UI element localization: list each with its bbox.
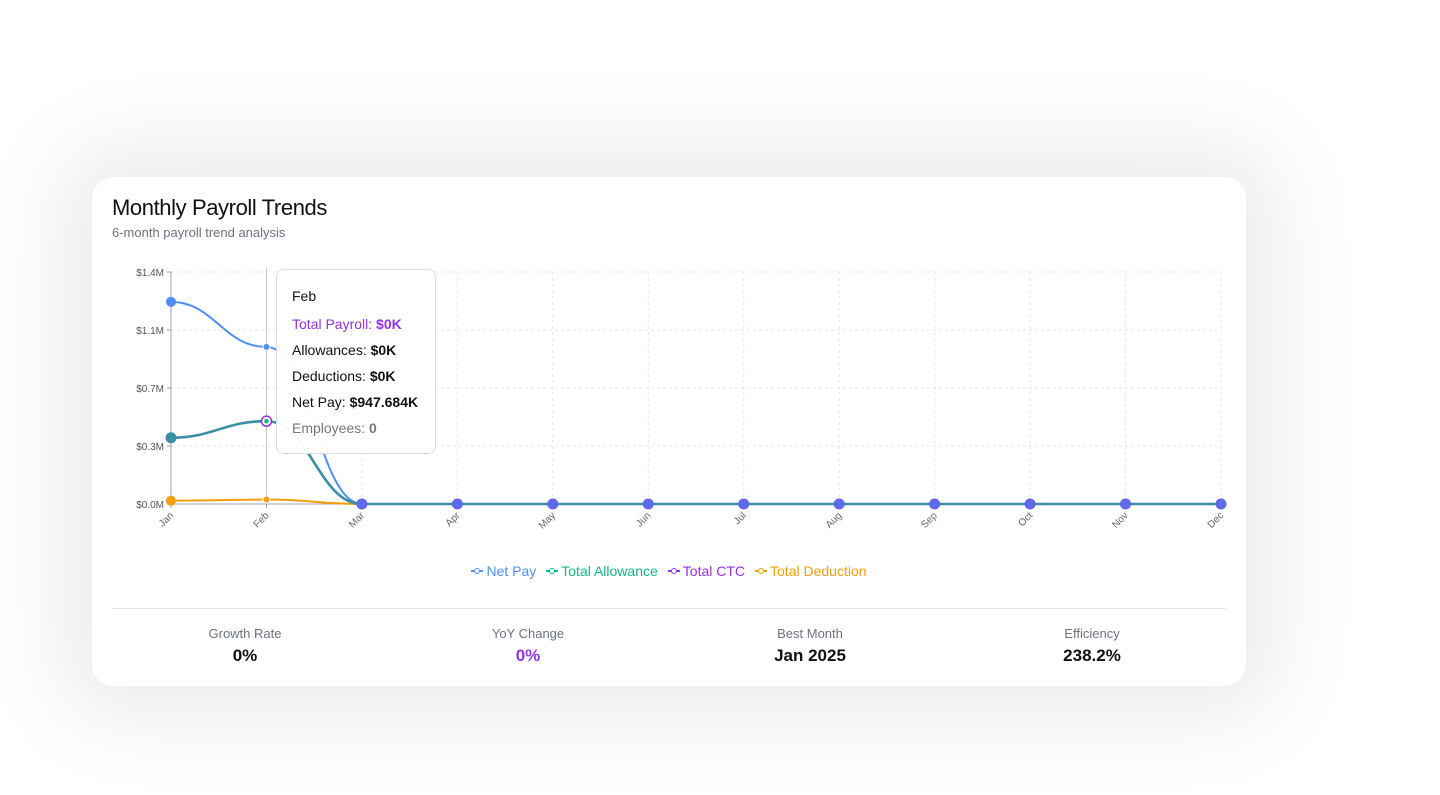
stat-label: Growth Rate (208, 626, 282, 641)
data-point-total-ctc (165, 432, 177, 444)
tooltip-row-allowances: Allowances: $0K (292, 341, 435, 367)
legend-label: Total CTC (682, 563, 746, 579)
legend-item-net-pay[interactable]: Net Pay (471, 563, 536, 579)
data-point-net-pay (356, 498, 368, 510)
legend-line-marker-icon (667, 566, 680, 576)
data-point-net-pay (1215, 498, 1227, 510)
chart-legend: Net Pay Total Allowance Total CTC Total … (92, 563, 1246, 579)
tooltip-value: $0K (370, 342, 397, 358)
tooltip-label: Deductions: (292, 368, 370, 384)
x-tick-label: Jul (732, 510, 749, 527)
stat-label: Efficiency (1064, 626, 1120, 641)
tooltip-label: Total Payroll: (292, 316, 377, 332)
legend-item-total-ctc[interactable]: Total CTC (667, 563, 746, 579)
tooltip-label: Net Pay: (292, 394, 350, 410)
data-point-total-ctc-inner (264, 418, 269, 424)
data-point-net-pay (642, 498, 654, 510)
tooltip-label: Employees: (292, 420, 370, 436)
x-tick-label: Oct (1016, 510, 1035, 529)
x-tick-label: Jan (157, 510, 176, 529)
x-tick-label: Mar (347, 510, 367, 530)
tooltip-title: Feb (292, 288, 317, 304)
data-point-total-deduction (262, 495, 271, 504)
stat-label: Best Month (777, 626, 843, 641)
tooltip-row-net-pay: Net Pay: $947.684K (292, 393, 435, 419)
y-tick-label: $0.0M (136, 500, 164, 511)
stats-divider (112, 608, 1226, 609)
legend-label: Total Allowance (561, 563, 658, 579)
legend-line-marker-icon (755, 566, 768, 576)
data-point-net-pay (262, 342, 271, 351)
payroll-line-chart[interactable]: $0.0M $0.3M $0.7M $1.1M $1.4M Jan Feb Mar Apr May… (92, 177, 1246, 547)
payroll-trends-card: Monthly Payroll Trends 6-month payroll t… (92, 177, 1246, 686)
legend-line-marker-icon (471, 566, 484, 576)
tooltip-label: Allowances: (292, 342, 371, 358)
x-tick-label: Sep (919, 510, 940, 531)
legend-label: Net Pay (486, 563, 537, 579)
tooltip-value: $0K (376, 316, 402, 332)
data-point-net-pay (929, 498, 941, 510)
stat-value: Jan 2025 (774, 646, 846, 665)
legend-label: Total Deduction (770, 563, 867, 579)
x-tick-label: Dec (1206, 510, 1226, 530)
tooltip-row-deductions: Deductions: $0K (292, 367, 435, 393)
tooltip-row-total-payroll: Total Payroll: $0K (292, 315, 435, 341)
x-tick-label: Feb (252, 510, 272, 530)
tooltip-value: $947.684K (349, 394, 419, 410)
stat-value: 238.2% (1063, 646, 1121, 665)
stat-label: YoY Change (491, 626, 565, 641)
data-point-net-pay (1120, 498, 1132, 510)
x-tick-label: Jun (634, 510, 653, 529)
x-tick-label: Nov (1110, 510, 1130, 530)
tooltip-value: $0K (369, 368, 396, 384)
data-point-net-pay (547, 498, 559, 510)
data-point-total-deduction (166, 495, 176, 506)
y-tick-label: $0.7M (136, 384, 164, 395)
data-point-net-pay (833, 498, 845, 510)
stat-yoy-change: YoY Change 0% (428, 626, 628, 666)
stat-value: 0% (232, 646, 258, 665)
stat-value: 0% (515, 646, 541, 665)
x-tick-label: Aug (824, 510, 844, 530)
x-tick-label: Apr (444, 510, 463, 529)
legend-item-total-deduction[interactable]: Total Deduction (755, 563, 867, 579)
legend-line-marker-icon (546, 566, 559, 576)
tooltip-row-employees: Employees: 0 (292, 419, 435, 445)
data-point-net-pay (451, 498, 463, 510)
data-point-net-pay (166, 296, 176, 307)
y-tick-label: $1.1M (136, 326, 164, 337)
stat-efficiency: Efficiency 238.2% (992, 626, 1192, 666)
legend-item-total-allowance[interactable]: Total Allowance (546, 563, 658, 579)
stat-growth-rate: Growth Rate 0% (145, 626, 345, 666)
tooltip-value: 0 (369, 420, 377, 436)
data-point-net-pay (1024, 498, 1036, 510)
data-point-net-pay (738, 498, 750, 510)
y-tick-label: $0.3M (136, 442, 164, 453)
x-tick-label: May (537, 510, 558, 531)
chart-tooltip: Feb Total Payroll: $0K Allowances: $0K D… (276, 269, 436, 454)
stat-best-month: Best Month Jan 2025 (710, 626, 910, 666)
y-tick-label: $1.4M (136, 268, 164, 279)
